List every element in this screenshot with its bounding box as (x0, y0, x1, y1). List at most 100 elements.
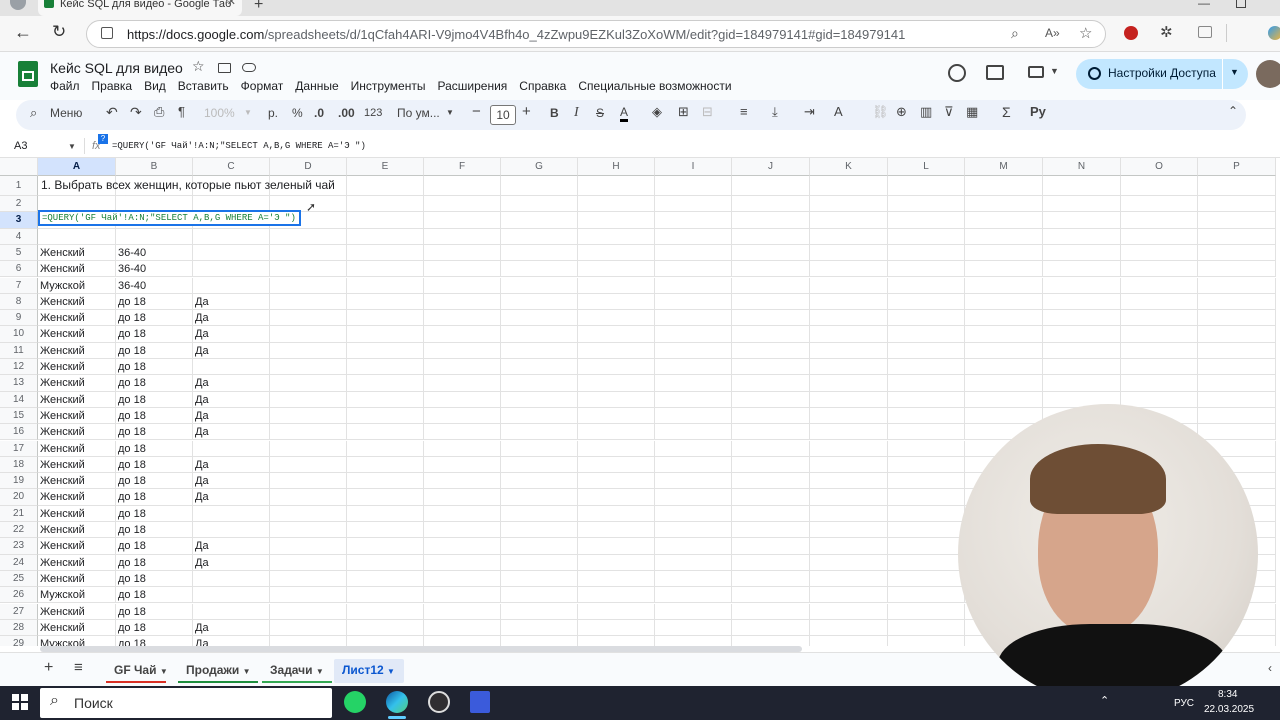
empty-cell[interactable] (270, 261, 347, 278)
empty-cell[interactable] (655, 587, 732, 604)
empty-cell[interactable] (501, 456, 578, 474)
empty-cell[interactable] (1121, 342, 1198, 359)
name-box[interactable]: A3 (14, 140, 27, 152)
empty-cell[interactable] (270, 424, 347, 441)
empty-cell[interactable] (578, 636, 655, 646)
empty-cell[interactable] (424, 244, 501, 262)
empty-cell[interactable] (655, 391, 732, 408)
empty-cell[interactable] (732, 522, 810, 539)
name-box-dropdown-icon[interactable]: ▼ (68, 142, 76, 151)
empty-cell[interactable] (965, 261, 1043, 278)
empty-cell[interactable] (810, 570, 888, 588)
empty-cell[interactable] (732, 407, 810, 425)
font-size-input[interactable]: 10 (490, 105, 516, 125)
row-header[interactable]: 7 (0, 277, 38, 294)
cell-b19[interactable]: до 18 (116, 473, 193, 490)
cell-c26[interactable] (193, 587, 270, 604)
empty-cell[interactable] (1198, 424, 1276, 441)
empty-cell[interactable] (732, 326, 810, 343)
empty-cell[interactable] (810, 619, 888, 637)
column-header-b[interactable]: B (116, 158, 193, 176)
empty-cell[interactable] (1198, 228, 1276, 245)
empty-cell[interactable] (270, 440, 347, 457)
empty-cell[interactable] (732, 277, 810, 294)
empty-cell[interactable] (347, 587, 424, 604)
empty-cell[interactable] (1043, 375, 1121, 392)
cell-a18[interactable]: Женский (38, 456, 116, 474)
menu-insert[interactable]: Вставить (178, 79, 229, 93)
empty-cell[interactable] (578, 212, 655, 229)
all-sheets-menu-icon[interactable]: ≡ (74, 659, 83, 676)
empty-cell[interactable] (732, 489, 810, 506)
empty-cell[interactable] (810, 326, 888, 343)
empty-cell[interactable] (501, 538, 578, 555)
empty-cell[interactable] (732, 473, 810, 490)
row-header[interactable]: 25 (0, 570, 38, 588)
empty-cell[interactable] (965, 359, 1043, 376)
empty-cell[interactable] (810, 505, 888, 522)
empty-cell[interactable] (888, 522, 965, 539)
bold-button[interactable]: B (550, 106, 559, 120)
empty-cell[interactable] (424, 277, 501, 294)
empty-cell[interactable] (347, 424, 424, 441)
cell-a7[interactable]: Мужской (38, 277, 116, 294)
row-header[interactable]: 22 (0, 522, 38, 539)
empty-cell[interactable] (888, 554, 965, 571)
column-header-a[interactable]: A (38, 158, 116, 176)
empty-cell[interactable] (965, 326, 1043, 343)
empty-cell[interactable] (888, 587, 965, 604)
empty-cell[interactable] (424, 293, 501, 311)
empty-cell[interactable] (347, 375, 424, 392)
fill-color-icon[interactable]: ◈ (652, 104, 662, 120)
cell-c9[interactable]: Да (193, 310, 270, 327)
empty-cell[interactable] (810, 212, 888, 229)
row-header[interactable]: 19 (0, 473, 38, 490)
cell-c28[interactable]: Да (193, 619, 270, 637)
empty-cell[interactable] (270, 326, 347, 343)
sheet-tab-gf-tea[interactable]: GF Чай ▼ (106, 659, 168, 683)
empty-cell[interactable] (1043, 277, 1121, 294)
search-menu-icon[interactable]: ⌕ (30, 105, 37, 121)
empty-cell[interactable] (1043, 359, 1121, 376)
empty-cell[interactable] (578, 489, 655, 506)
functions-icon[interactable]: Σ (1002, 104, 1011, 120)
cell-a5[interactable]: Женский (38, 244, 116, 262)
sheets-logo-icon[interactable] (18, 61, 38, 87)
empty-cell[interactable] (965, 277, 1043, 294)
empty-cell[interactable] (888, 407, 965, 425)
empty-cell[interactable] (424, 587, 501, 604)
cell-b7[interactable]: 36-40 (116, 277, 193, 294)
empty-cell[interactable] (347, 277, 424, 294)
empty-cell[interactable] (347, 619, 424, 637)
empty-cell[interactable] (1198, 391, 1276, 408)
empty-cell[interactable] (501, 440, 578, 457)
empty-cell[interactable] (1121, 196, 1198, 213)
row-header[interactable]: 10 (0, 326, 38, 343)
empty-cell[interactable] (270, 407, 347, 425)
cell-a20[interactable]: Женский (38, 489, 116, 506)
empty-cell[interactable] (888, 293, 965, 311)
empty-cell[interactable] (655, 619, 732, 637)
empty-cell[interactable] (732, 228, 810, 245)
empty-cell[interactable] (965, 196, 1043, 213)
empty-cell[interactable] (347, 554, 424, 571)
empty-cell[interactable] (424, 636, 501, 646)
share-button[interactable]: Настройки Доступа ▼ (1076, 59, 1248, 89)
empty-cell[interactable] (888, 228, 965, 245)
empty-cell[interactable] (501, 473, 578, 490)
empty-cell[interactable] (1121, 261, 1198, 278)
cell-a6[interactable]: Женский (38, 261, 116, 278)
cell-b28[interactable]: до 18 (116, 619, 193, 637)
empty-cell[interactable] (270, 505, 347, 522)
empty-cell[interactable] (347, 538, 424, 555)
empty-cell[interactable] (270, 619, 347, 637)
empty-cell[interactable] (578, 473, 655, 490)
empty-cell[interactable] (810, 538, 888, 555)
empty-cell[interactable] (888, 619, 965, 637)
empty-cell[interactable] (347, 407, 424, 425)
cell-a11[interactable]: Женский (38, 342, 116, 359)
empty-cell[interactable] (965, 342, 1043, 359)
empty-cell[interactable] (1043, 244, 1121, 262)
row-header[interactable]: 2 (0, 196, 38, 213)
empty-cell[interactable] (270, 554, 347, 571)
